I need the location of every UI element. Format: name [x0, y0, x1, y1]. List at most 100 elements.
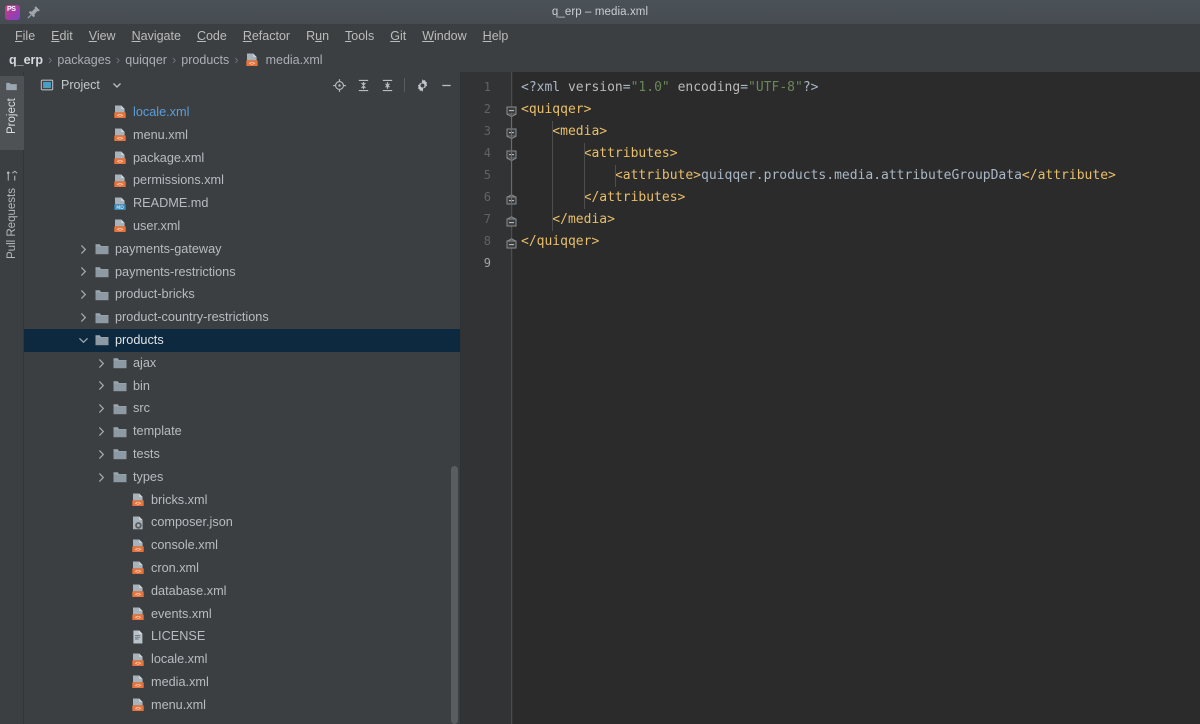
breadcrumb-item-quiqqer[interactable]: quiqqer [125, 53, 167, 67]
folder-icon [94, 264, 110, 280]
svg-text:<>: <> [135, 501, 141, 507]
chevron-right-icon[interactable] [96, 380, 107, 391]
menu-item-file[interactable]: File [7, 27, 43, 45]
chevron-right-icon[interactable] [78, 312, 89, 323]
tree-folder-row[interactable]: template [24, 420, 461, 443]
menu-bar: FileEditViewNavigateCodeRefactorRunTools… [0, 24, 1200, 47]
xml-file-icon: <> [112, 173, 128, 189]
folder-icon [94, 287, 110, 303]
menu-item-code[interactable]: Code [189, 27, 235, 45]
chevron-down-icon[interactable] [78, 335, 89, 346]
code-line[interactable]: <quiqqer> [521, 99, 591, 121]
code-line[interactable]: <attributes> [521, 143, 678, 165]
tree-folder-row[interactable]: payments-restrictions [24, 261, 461, 284]
tree-file-row[interactable]: <> permissions.xml [24, 169, 461, 192]
tree-file-row[interactable]: <> media.xml [24, 671, 461, 694]
tree-folder-row[interactable]: types [24, 466, 461, 489]
breadcrumb-item-products[interactable]: products [181, 53, 229, 67]
chevron-down-icon[interactable] [112, 80, 122, 90]
tree-file-row[interactable]: <> user.xml [24, 215, 461, 238]
menu-item-help[interactable]: Help [475, 27, 517, 45]
chevron-right-icon[interactable] [78, 289, 89, 300]
chevron-right-icon[interactable] [96, 358, 107, 369]
menu-item-edit[interactable]: Edit [43, 27, 81, 45]
tree-file-row[interactable]: MD README.md [24, 192, 461, 215]
chevron-right-icon[interactable] [96, 449, 107, 460]
tree-file-row[interactable]: <> locale.xml [24, 648, 461, 671]
menu-item-git[interactable]: Git [382, 27, 414, 45]
menu-item-window[interactable]: Window [414, 27, 474, 45]
tree-file-row[interactable]: <> database.xml [24, 580, 461, 603]
breadcrumb-item-q_erp[interactable]: q_erp [9, 53, 43, 67]
tree-folder-row[interactable]: products [24, 329, 461, 352]
chevron-right-icon[interactable] [78, 244, 89, 255]
tree-file-row[interactable]: <> locale.xml [24, 101, 461, 124]
tree-folder-row[interactable]: src [24, 397, 461, 420]
breadcrumb-item-media-xml[interactable]: <> media.xml [244, 52, 323, 68]
code-line[interactable]: <?xml version="1.0" encoding="UTF-8"?> [521, 77, 818, 99]
tree-folder-row[interactable]: payments-gateway [24, 238, 461, 261]
gear-icon[interactable] [412, 75, 432, 95]
editor-gutter[interactable]: 123456789 [461, 72, 513, 724]
tree-item-label: ajax [133, 357, 156, 370]
chevron-right-icon[interactable] [96, 403, 107, 414]
tree-file-row[interactable]: LICENSE [24, 625, 461, 648]
tree-item-label: permissions.xml [133, 174, 224, 187]
code-line[interactable]: <media> [521, 121, 607, 143]
tree-folder-row[interactable]: bin [24, 375, 461, 398]
code-line[interactable]: <attribute>quiqqer.products.media.attrib… [521, 165, 1116, 187]
tree-item-label: database.xml [151, 585, 226, 598]
folder-icon [112, 446, 128, 462]
menu-item-tools[interactable]: Tools [337, 27, 382, 45]
breadcrumb-separator: › [116, 52, 120, 67]
tree-file-row[interactable]: <> menu.xml [24, 124, 461, 147]
expand-all-icon[interactable] [353, 75, 373, 95]
code-editor[interactable]: 123456789 <?xml version="1.0" encoding=" [461, 72, 1200, 724]
breadcrumb-label: media.xml [266, 53, 323, 67]
code-line[interactable]: </quiqqer> [521, 231, 599, 253]
code-line[interactable]: </media> [521, 209, 615, 231]
tree-folder-row[interactable]: tests [24, 443, 461, 466]
tree-folder-row[interactable]: product-country-restrictions [24, 306, 461, 329]
tree-file-row[interactable]: <> menu.xml [24, 694, 461, 717]
tree-item-label: events.xml [151, 608, 212, 621]
code-token-punc: <?xml [521, 80, 568, 95]
locate-file-icon[interactable] [329, 75, 349, 95]
folder-icon [112, 401, 128, 417]
tree-item-label: payments-restrictions [115, 266, 236, 279]
gutter-line-number: 5 [484, 168, 491, 182]
tree-file-row[interactable]: <> bricks.xml [24, 489, 461, 512]
tree-folder-row[interactable]: product-bricks [24, 283, 461, 306]
tree-file-row[interactable]: <> console.xml [24, 534, 461, 557]
tool-window-strip: Project Pull Requests [0, 72, 24, 724]
sidebar-item-project[interactable]: Project [0, 76, 24, 150]
editor-code-area[interactable]: <?xml version="1.0" encoding="UTF-8"?><q… [513, 72, 1200, 724]
menu-item-run[interactable]: Run [298, 27, 337, 45]
chevron-right-icon[interactable] [96, 426, 107, 437]
tree-item-label: locale.xml [133, 106, 189, 119]
folder-icon [112, 355, 128, 371]
chevron-right-icon[interactable] [96, 472, 107, 483]
tree-item-label: console.xml [151, 539, 218, 552]
tree-file-row[interactable]: <> package.xml [24, 147, 461, 170]
project-file-tree[interactable]: <> locale.xml <> menu.xml <> package.xml… [24, 98, 461, 724]
menu-item-refactor[interactable]: Refactor [235, 27, 298, 45]
tree-file-row[interactable]: <> cron.xml [24, 557, 461, 580]
code-token-tag: </quiqqer> [521, 234, 599, 249]
chevron-right-icon[interactable] [78, 266, 89, 277]
breadcrumb-item-packages[interactable]: packages [57, 53, 111, 67]
tree-file-row[interactable]: <> events.xml [24, 603, 461, 626]
code-line[interactable]: </attributes> [521, 187, 685, 209]
minimize-icon[interactable] [436, 75, 456, 95]
sidebar-item-pull-requests[interactable]: Pull Requests [0, 166, 24, 288]
tree-folder-row[interactable]: ajax [24, 352, 461, 375]
xml-file-icon: <> [130, 606, 146, 622]
tool-tab-label-pull-requests: Pull Requests [6, 188, 18, 259]
menu-item-view[interactable]: View [81, 27, 124, 45]
phpstorm-window: q_erp – media.xml FileEditViewNavigateCo… [0, 0, 1200, 724]
tree-file-row[interactable]: composer.json [24, 511, 461, 534]
menu-item-navigate[interactable]: Navigate [124, 27, 189, 45]
gutter-line-number: 9 [484, 256, 491, 270]
collapse-all-icon[interactable] [377, 75, 397, 95]
breadcrumb-separator: › [234, 52, 238, 67]
